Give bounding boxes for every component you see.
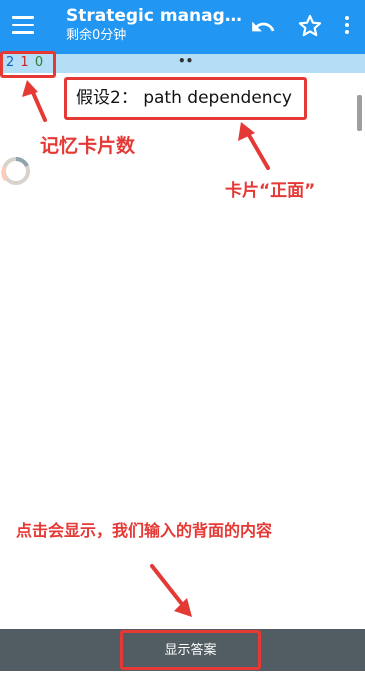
memory-count-annotation: 记忆卡片数: [40, 135, 136, 157]
scrollbar[interactable]: [357, 95, 362, 131]
deck-title: Strategic manage...: [66, 6, 246, 26]
title-area: Strategic manage... 剩余0分钟: [66, 5, 246, 45]
progress-dots: ••: [178, 54, 194, 68]
hamburger-menu-icon[interactable]: [12, 16, 34, 36]
show-answer-annotation: 点击会显示，我们输入的背面的内容: [16, 521, 273, 540]
app-bar: Strategic manage... 剩余0分钟: [0, 0, 365, 54]
loading-spinner-icon: [0, 154, 32, 188]
card-front-highlight-box: [64, 77, 307, 120]
undo-icon[interactable]: [250, 14, 276, 40]
show-answer-highlight-box: [120, 630, 261, 670]
counts-highlight-box: [0, 51, 56, 78]
card-front-annotation: 卡片“正面”: [225, 181, 316, 201]
star-outline-icon[interactable]: [297, 13, 323, 39]
more-vertical-icon[interactable]: [342, 16, 352, 38]
time-remaining: 剩余0分钟: [66, 28, 127, 43]
